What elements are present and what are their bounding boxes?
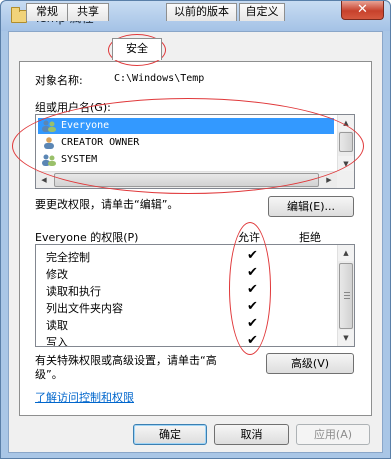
tab-sharing[interactable]: 共享 xyxy=(67,3,109,21)
scroll-down-arrow-icon[interactable]: ▼ xyxy=(338,330,354,346)
users-icon xyxy=(42,120,56,132)
permission-row: 列出文件夹内容 ✔ xyxy=(36,299,338,316)
permission-name: 读取 xyxy=(46,319,68,332)
cancel-button[interactable]: 取消 xyxy=(214,424,289,445)
object-name-label: 对象名称: xyxy=(35,74,83,87)
change-permission-text: 要更改权限，请单击“编辑”。 xyxy=(35,198,179,211)
scroll-right-arrow-icon[interactable]: ▶ xyxy=(321,172,337,188)
tab-security[interactable]: 安全 xyxy=(112,38,162,60)
allow-header: 允许 xyxy=(238,231,260,244)
scroll-left-arrow-icon[interactable]: ◀ xyxy=(36,172,52,188)
list-item-system[interactable]: SYSTEM xyxy=(38,152,334,168)
users-vertical-scrollbar[interactable]: ▲ ▼ xyxy=(337,115,354,172)
users-list[interactable]: Everyone CREATOR OWNER SYSTEM ▲ ▼ ◀ ▶ xyxy=(35,114,355,189)
scrollbar-thumb[interactable] xyxy=(339,263,353,329)
permissions-list: 完全控制 ✔ 修改 ✔ 读取和执行 ✔ 列出文件夹内容 ✔ 读取 ✔ 写入 ✔ … xyxy=(35,244,355,347)
user-name: SYSTEM xyxy=(61,154,98,165)
permission-name: 列出文件夹内容 xyxy=(46,302,123,315)
deny-header: 拒绝 xyxy=(299,231,321,244)
allow-check-icon: ✔ xyxy=(247,248,258,263)
scroll-up-arrow-icon[interactable]: ▲ xyxy=(338,245,354,261)
tab-general[interactable]: 常规 xyxy=(26,3,68,21)
allow-check-icon: ✔ xyxy=(247,316,258,331)
permission-name: 完全控制 xyxy=(46,251,90,264)
scroll-down-arrow-icon[interactable]: ▼ xyxy=(338,156,354,172)
users-horizontal-scrollbar[interactable]: ◀ ▶ xyxy=(36,171,337,188)
tab-previous-versions[interactable]: 以前的版本 xyxy=(166,3,237,21)
allow-check-icon: ✔ xyxy=(247,299,258,314)
permissions-vertical-scrollbar[interactable]: ▲ ▼ xyxy=(337,245,354,346)
apply-button[interactable]: 应用(A) xyxy=(296,424,370,445)
user-icon xyxy=(44,137,54,149)
folder-icon xyxy=(11,7,27,23)
permission-row: 写入 ✔ xyxy=(36,333,338,347)
tab-customize[interactable]: 自定义 xyxy=(239,3,285,21)
permission-row: 读取和执行 ✔ xyxy=(36,282,338,299)
list-item-creator-owner[interactable]: CREATOR OWNER xyxy=(38,135,334,151)
permission-name: 写入 xyxy=(46,336,68,347)
special-permission-text-line2: 级”。 xyxy=(35,368,63,381)
user-name: Everyone xyxy=(61,120,110,131)
permission-row: 修改 ✔ xyxy=(36,265,338,282)
scrollbar-thumb[interactable] xyxy=(54,173,319,187)
permission-name: 读取和执行 xyxy=(46,285,101,298)
close-button[interactable]: ✕ xyxy=(341,1,384,20)
permission-row: 读取 ✔ xyxy=(36,316,338,333)
allow-check-icon: ✔ xyxy=(247,265,258,280)
permissions-header: Everyone 的权限(P) xyxy=(35,231,139,244)
user-name: CREATOR OWNER xyxy=(61,137,140,148)
allow-check-icon: ✔ xyxy=(247,282,258,297)
list-item-everyone[interactable]: Everyone xyxy=(38,118,334,134)
allow-check-icon: ✔ xyxy=(247,333,258,347)
access-control-help-link[interactable]: 了解访问控制和权限 xyxy=(35,389,134,405)
edit-button[interactable]: 编辑(E)... xyxy=(268,196,354,217)
object-name-value: C:\Windows\Temp xyxy=(114,73,205,84)
scrollbar-thumb[interactable] xyxy=(339,132,353,152)
grip-icon xyxy=(344,292,350,299)
users-icon xyxy=(42,154,56,166)
permission-row: 完全控制 ✔ xyxy=(36,248,338,265)
advanced-button[interactable]: 高级(V) xyxy=(266,353,354,374)
groups-label: 组或用户名(G): xyxy=(35,101,111,114)
ok-button[interactable]: 确定 xyxy=(133,424,207,445)
scroll-corner xyxy=(337,171,354,188)
scroll-up-arrow-icon[interactable]: ▲ xyxy=(338,115,354,131)
permission-name: 修改 xyxy=(46,268,68,281)
